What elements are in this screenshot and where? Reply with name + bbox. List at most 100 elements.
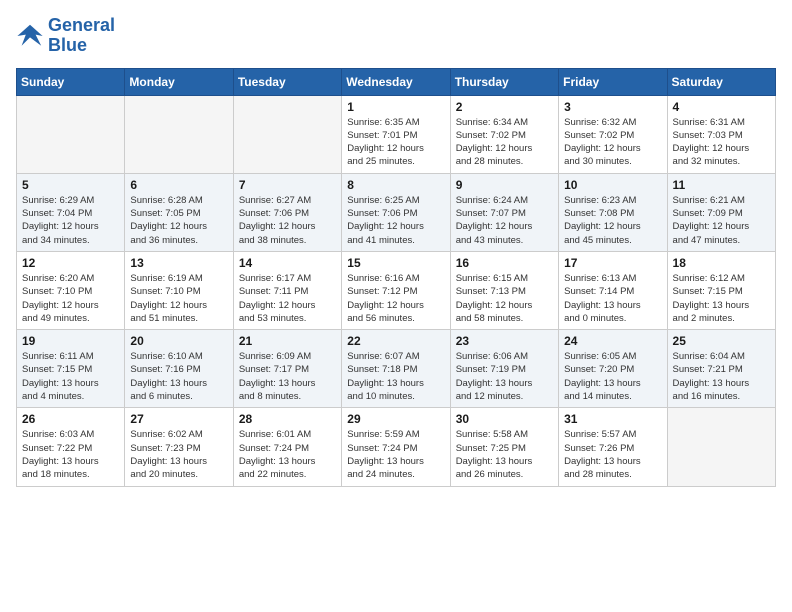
- calendar-cell: 11Sunrise: 6:21 AM Sunset: 7:09 PM Dayli…: [667, 173, 775, 251]
- day-number: 27: [130, 412, 227, 426]
- day-number: 4: [673, 100, 770, 114]
- col-header-saturday: Saturday: [667, 68, 775, 95]
- calendar-table: SundayMondayTuesdayWednesdayThursdayFrid…: [16, 68, 776, 487]
- calendar-cell: [667, 408, 775, 486]
- day-number: 1: [347, 100, 444, 114]
- day-info: Sunrise: 6:16 AM Sunset: 7:12 PM Dayligh…: [347, 272, 444, 325]
- calendar-cell: 12 Sunrise: 6:20 AM Sunset: 7:10 PM Dayli…: [17, 251, 125, 329]
- logo: General Blue: [16, 16, 115, 56]
- calendar-cell: 21 Sunrise: 6:09 AM Sunset: 7:17 PM Dayli…: [233, 330, 341, 408]
- day-info: Sunrise: 5:59 AM Sunset: 7:24 PM Dayligh…: [347, 428, 444, 481]
- day-number: 20: [130, 334, 227, 348]
- day-info: Sunrise: 6:09 AM Sunset: 7:17 PM Dayligh…: [239, 350, 336, 403]
- day-info: Sunrise: 6:10 AM Sunset: 7:16 PM Dayligh…: [130, 350, 227, 403]
- day-info: Sunrise: 6:24 AM Sunset: 7:07 PM Dayligh…: [456, 194, 553, 247]
- calendar-cell: 13 Sunrise: 6:19 AM Sunset: 7:10 PM Dayli…: [125, 251, 233, 329]
- day-number: 17: [564, 256, 661, 270]
- calendar-cell: 16 Sunrise: 6:15 AM Sunset: 7:13 PM Dayli…: [450, 251, 558, 329]
- day-info: Sunrise: 5:58 AM Sunset: 7:25 PM Dayligh…: [456, 428, 553, 481]
- day-info: Sunrise: 6:15 AM Sunset: 7:13 PM Dayligh…: [456, 272, 553, 325]
- day-info: Sunrise: 6:02 AM Sunset: 7:23 PM Dayligh…: [130, 428, 227, 481]
- calendar-cell: 25 Sunrise: 6:04 AM Sunset: 7:21 PM Dayli…: [667, 330, 775, 408]
- day-info: Sunrise: 6:29 AM Sunset: 7:04 PM Dayligh…: [22, 194, 119, 247]
- day-number: 26: [22, 412, 119, 426]
- day-info: Sunrise: 6:28 AM Sunset: 7:05 PM Dayligh…: [130, 194, 227, 247]
- calendar-cell: 18 Sunrise: 6:12 AM Sunset: 7:15 PM Dayli…: [667, 251, 775, 329]
- day-number: 23: [456, 334, 553, 348]
- col-header-wednesday: Wednesday: [342, 68, 450, 95]
- calendar-cell: 2Sunrise: 6:34 AM Sunset: 7:02 PM Daylig…: [450, 95, 558, 173]
- calendar-cell: 28 Sunrise: 6:01 AM Sunset: 7:24 PM Dayli…: [233, 408, 341, 486]
- calendar-week-row: 1 Sunrise: 6:35 AM Sunset: 7:01 PM Daylig…: [17, 95, 776, 173]
- day-number: 19: [22, 334, 119, 348]
- day-number: 14: [239, 256, 336, 270]
- day-info: Sunrise: 6:04 AM Sunset: 7:21 PM Dayligh…: [673, 350, 770, 403]
- day-number: 15: [347, 256, 444, 270]
- day-number: 18: [673, 256, 770, 270]
- day-info: Sunrise: 6:32 AM Sunset: 7:02 PM Dayligh…: [564, 116, 661, 169]
- day-info: Sunrise: 6:13 AM Sunset: 7:14 PM Dayligh…: [564, 272, 661, 325]
- calendar-cell: 1 Sunrise: 6:35 AM Sunset: 7:01 PM Daylig…: [342, 95, 450, 173]
- day-number: 24: [564, 334, 661, 348]
- calendar-cell: 26Sunrise: 6:03 AM Sunset: 7:22 PM Dayli…: [17, 408, 125, 486]
- calendar-cell: 4 Sunrise: 6:31 AM Sunset: 7:03 PM Daylig…: [667, 95, 775, 173]
- calendar-cell: 3Sunrise: 6:32 AM Sunset: 7:02 PM Daylig…: [559, 95, 667, 173]
- day-number: 9: [456, 178, 553, 192]
- calendar-cell: 23 Sunrise: 6:06 AM Sunset: 7:19 PM Dayli…: [450, 330, 558, 408]
- day-info: Sunrise: 6:17 AM Sunset: 7:11 PM Dayligh…: [239, 272, 336, 325]
- calendar-cell: 10Sunrise: 6:23 AM Sunset: 7:08 PM Dayli…: [559, 173, 667, 251]
- calendar-cell: 19Sunrise: 6:11 AM Sunset: 7:15 PM Dayli…: [17, 330, 125, 408]
- day-info: Sunrise: 6:12 AM Sunset: 7:15 PM Dayligh…: [673, 272, 770, 325]
- calendar-cell: 8 Sunrise: 6:25 AM Sunset: 7:06 PM Daylig…: [342, 173, 450, 251]
- day-number: 30: [456, 412, 553, 426]
- day-number: 12: [22, 256, 119, 270]
- day-number: 5: [22, 178, 119, 192]
- calendar-header-row: SundayMondayTuesdayWednesdayThursdayFrid…: [17, 68, 776, 95]
- day-number: 21: [239, 334, 336, 348]
- page-header: General Blue: [16, 16, 776, 56]
- calendar-cell: 27 Sunrise: 6:02 AM Sunset: 7:23 PM Dayli…: [125, 408, 233, 486]
- day-number: 31: [564, 412, 661, 426]
- day-info: Sunrise: 6:27 AM Sunset: 7:06 PM Dayligh…: [239, 194, 336, 247]
- col-header-tuesday: Tuesday: [233, 68, 341, 95]
- col-header-thursday: Thursday: [450, 68, 558, 95]
- day-number: 13: [130, 256, 227, 270]
- calendar-week-row: 26Sunrise: 6:03 AM Sunset: 7:22 PM Dayli…: [17, 408, 776, 486]
- calendar-cell: 22 Sunrise: 6:07 AM Sunset: 7:18 PM Dayli…: [342, 330, 450, 408]
- day-info: Sunrise: 6:20 AM Sunset: 7:10 PM Dayligh…: [22, 272, 119, 325]
- day-info: Sunrise: 6:19 AM Sunset: 7:10 PM Dayligh…: [130, 272, 227, 325]
- calendar-cell: 24Sunrise: 6:05 AM Sunset: 7:20 PM Dayli…: [559, 330, 667, 408]
- day-number: 28: [239, 412, 336, 426]
- calendar-cell: 31Sunrise: 5:57 AM Sunset: 7:26 PM Dayli…: [559, 408, 667, 486]
- day-info: Sunrise: 6:06 AM Sunset: 7:19 PM Dayligh…: [456, 350, 553, 403]
- col-header-friday: Friday: [559, 68, 667, 95]
- day-number: 29: [347, 412, 444, 426]
- day-info: Sunrise: 6:35 AM Sunset: 7:01 PM Dayligh…: [347, 116, 444, 169]
- col-header-sunday: Sunday: [17, 68, 125, 95]
- calendar-cell: 29 Sunrise: 5:59 AM Sunset: 7:24 PM Dayli…: [342, 408, 450, 486]
- day-number: 22: [347, 334, 444, 348]
- day-number: 2: [456, 100, 553, 114]
- logo-text: General Blue: [48, 16, 115, 56]
- day-number: 16: [456, 256, 553, 270]
- logo-icon: [16, 22, 44, 50]
- day-info: Sunrise: 6:25 AM Sunset: 7:06 PM Dayligh…: [347, 194, 444, 247]
- day-number: 7: [239, 178, 336, 192]
- day-number: 11: [673, 178, 770, 192]
- calendar-week-row: 19Sunrise: 6:11 AM Sunset: 7:15 PM Dayli…: [17, 330, 776, 408]
- calendar-cell: 9 Sunrise: 6:24 AM Sunset: 7:07 PM Daylig…: [450, 173, 558, 251]
- day-info: Sunrise: 6:01 AM Sunset: 7:24 PM Dayligh…: [239, 428, 336, 481]
- col-header-monday: Monday: [125, 68, 233, 95]
- day-info: Sunrise: 6:31 AM Sunset: 7:03 PM Dayligh…: [673, 116, 770, 169]
- calendar-cell: 7 Sunrise: 6:27 AM Sunset: 7:06 PM Daylig…: [233, 173, 341, 251]
- day-number: 6: [130, 178, 227, 192]
- calendar-cell: 5 Sunrise: 6:29 AM Sunset: 7:04 PM Daylig…: [17, 173, 125, 251]
- calendar-cell: [233, 95, 341, 173]
- calendar-week-row: 12 Sunrise: 6:20 AM Sunset: 7:10 PM Dayli…: [17, 251, 776, 329]
- day-info: Sunrise: 6:23 AM Sunset: 7:08 PM Dayligh…: [564, 194, 661, 247]
- day-info: Sunrise: 6:07 AM Sunset: 7:18 PM Dayligh…: [347, 350, 444, 403]
- calendar-cell: 6 Sunrise: 6:28 AM Sunset: 7:05 PM Daylig…: [125, 173, 233, 251]
- calendar-cell: 14 Sunrise: 6:17 AM Sunset: 7:11 PM Dayli…: [233, 251, 341, 329]
- day-number: 8: [347, 178, 444, 192]
- day-number: 25: [673, 334, 770, 348]
